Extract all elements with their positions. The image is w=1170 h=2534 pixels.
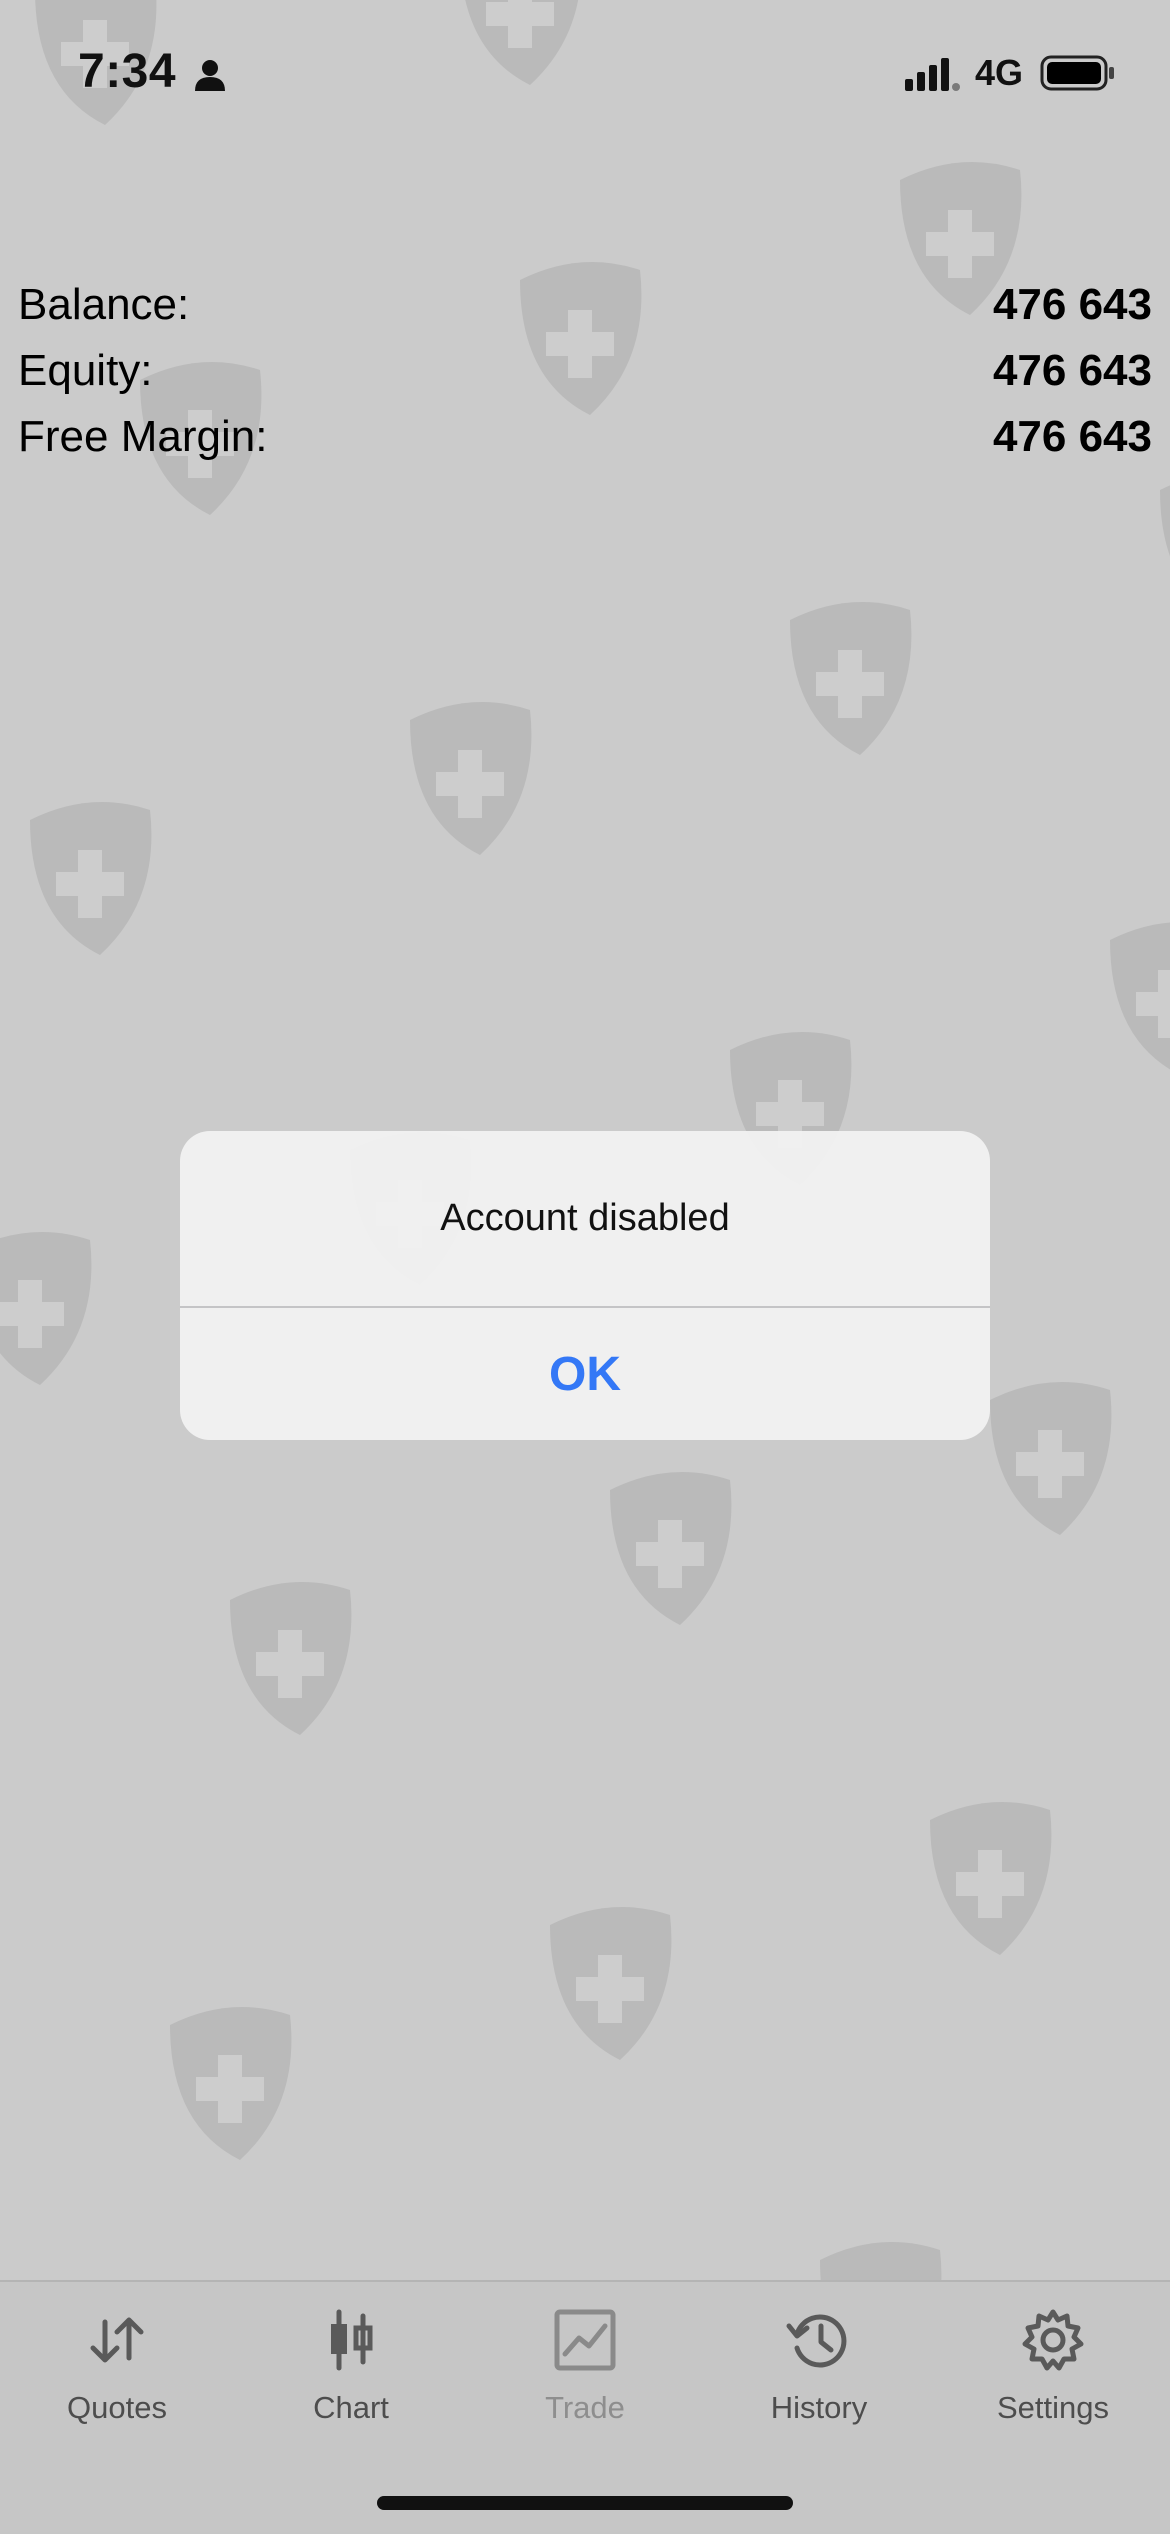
summary-row-free-margin: Free Margin: 476 643 [18,412,1152,478]
shield-watermark-icon [550,1907,672,2060]
shield-watermark-icon [170,2007,292,2160]
dialog-message: Account disabled [440,1197,730,1239]
shield-watermark-icon [790,602,912,755]
tab-trade[interactable]: Trade [468,2304,702,2434]
free-margin-value: 476 643 [992,412,1152,461]
shield-watermark-icon [30,802,152,955]
tab-quotes-label: Quotes [67,2390,167,2425]
gear-icon [1022,2309,1084,2371]
balance-value: 476 643 [992,280,1152,329]
tab-chart-label: Chart [313,2390,389,2425]
shield-watermark-icon [930,1802,1052,1955]
home-indicator[interactable] [377,2496,793,2510]
shield-watermark-icon [990,1382,1112,1535]
tab-settings[interactable]: Settings [936,2304,1170,2434]
trade-chart-icon [554,2309,616,2371]
tab-history-label: History [770,2390,868,2425]
shield-watermark-icon [1110,922,1170,1070]
history-clock-icon [786,2314,847,2368]
tab-settings-label: Settings [996,2390,1109,2425]
network-label: 4G [975,52,1024,93]
signal-icon [905,58,960,91]
status-bar: 7:34 4G [0,0,1170,150]
tab-quotes[interactable]: Quotes [0,2304,234,2434]
tab-trade-label: Trade [545,2390,625,2425]
shield-watermark-icon [1160,485,1170,557]
status-time: 7:34 [78,45,177,98]
tab-chart[interactable]: Chart [234,2304,468,2434]
summary-row-balance: Balance: 476 643 [18,280,1152,346]
shield-watermark-icon [230,1582,352,1735]
person-icon [195,60,225,91]
shield-watermark-icon [610,1472,732,1625]
free-margin-label: Free Margin: [18,412,268,461]
shield-watermark-icon [410,702,532,855]
ok-button[interactable]: OK [180,1308,990,1440]
quotes-arrows-icon [90,2317,144,2363]
account-summary: Balance: 476 643 Equity: 476 643 Free Ma… [18,280,1152,478]
tab-history[interactable]: History [702,2304,936,2434]
equity-label: Equity: [18,346,153,395]
candlestick-icon [331,2309,373,2371]
battery-icon [1040,55,1114,91]
shield-watermark-icon [0,1232,92,1385]
alert-dialog: Account disabled OK [180,1131,990,1440]
equity-value: 476 643 [992,346,1152,395]
summary-row-equity: Equity: 476 643 [18,346,1152,412]
balance-label: Balance: [18,280,190,329]
